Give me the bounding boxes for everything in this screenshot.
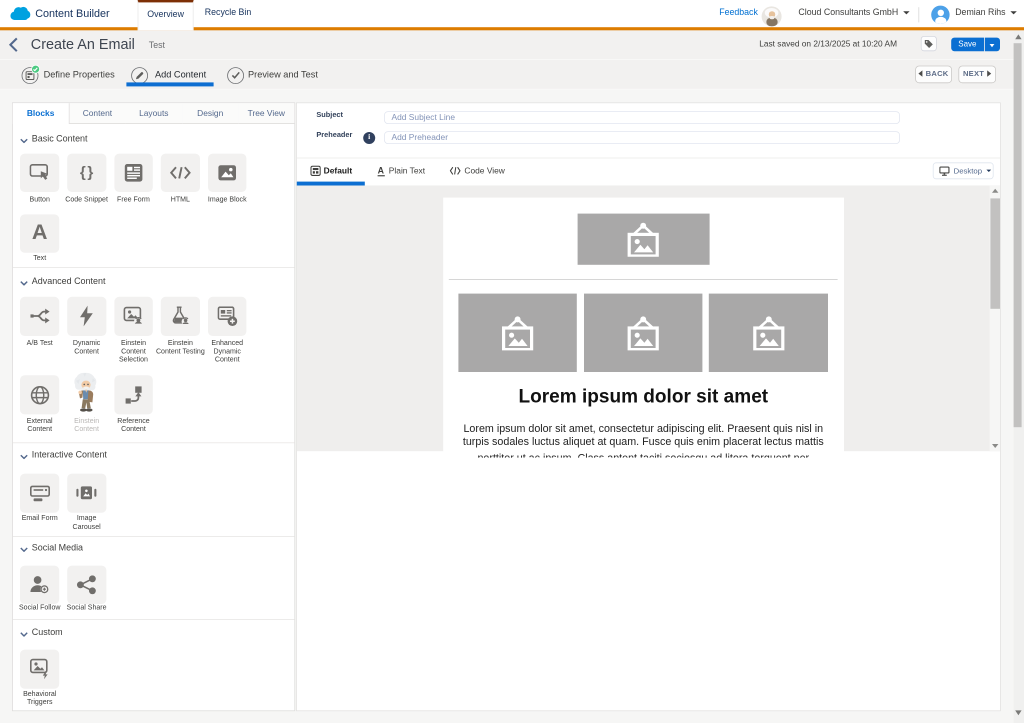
svg-text:A: A — [377, 165, 384, 175]
